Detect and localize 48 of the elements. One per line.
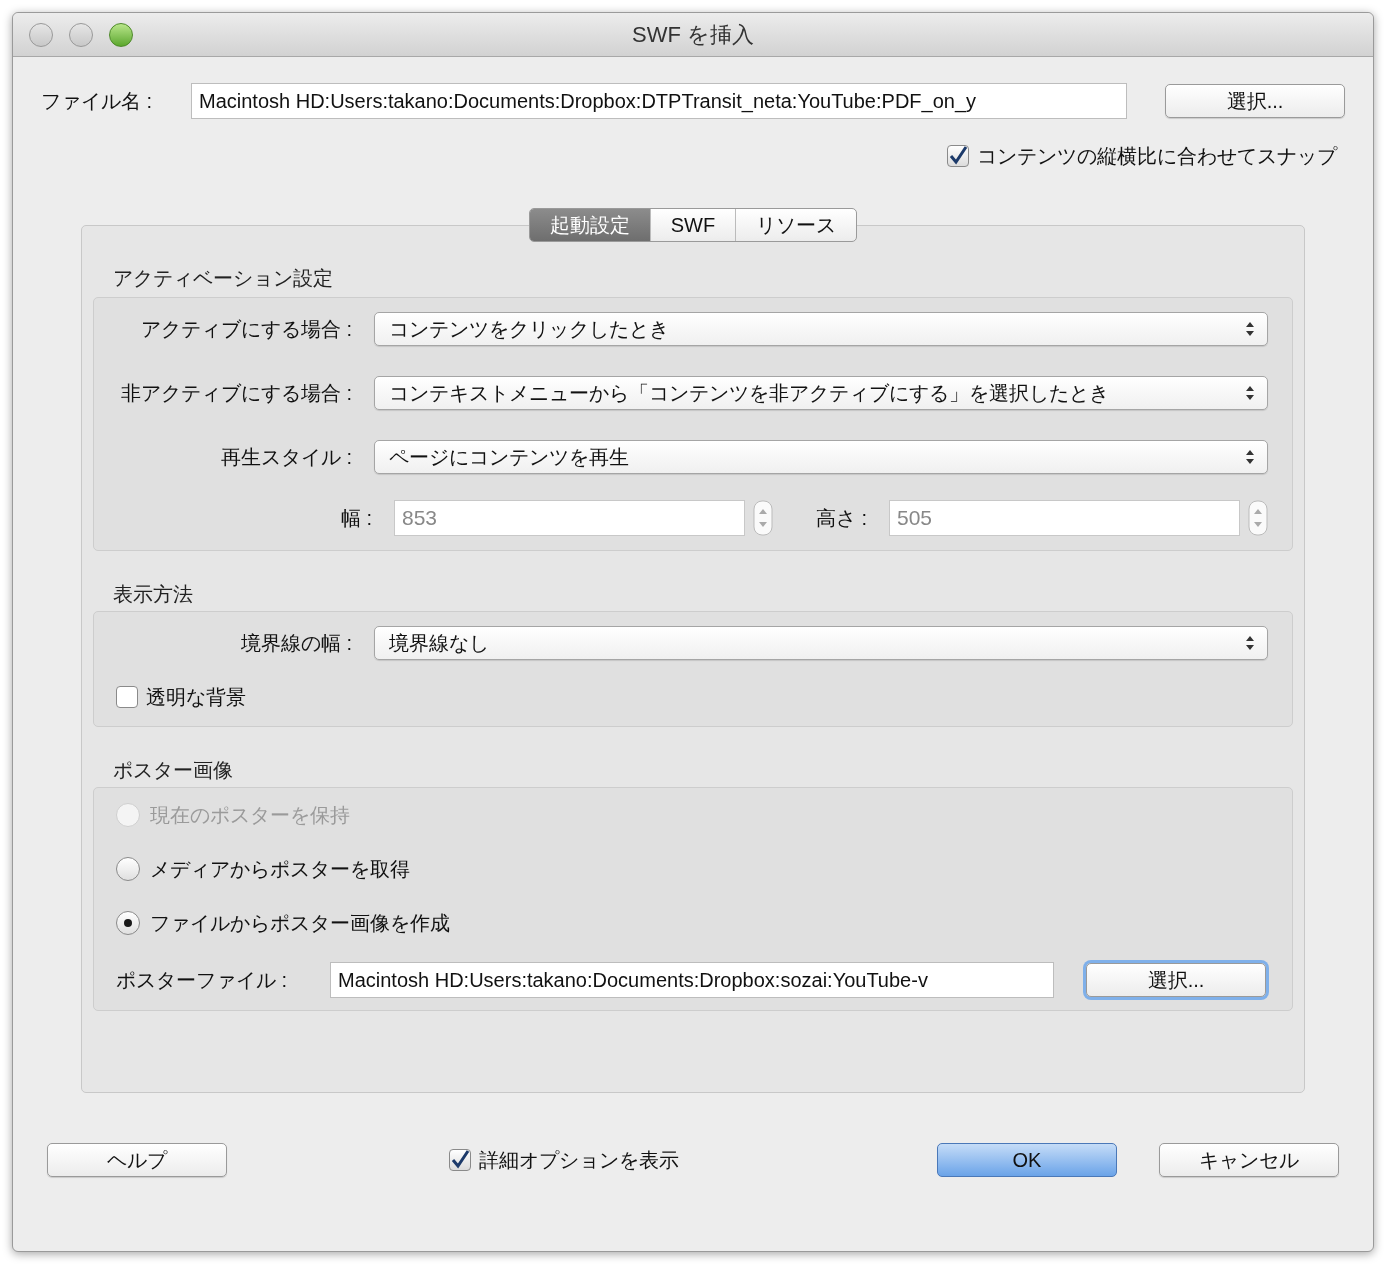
radio-label: ファイルからポスター画像を作成 (150, 911, 450, 936)
window-title: SWF を挿入 (632, 21, 754, 49)
field-label: ファイル名 : (41, 89, 154, 114)
zoom-button[interactable] (109, 22, 133, 47)
ok-button[interactable]: OK (937, 1143, 1117, 1177)
field-label: 境界線の幅 : (239, 631, 353, 656)
tab[interactable]: SWF (649, 209, 736, 241)
updown-arrows-icon (1245, 449, 1255, 465)
stepper-icon[interactable] (753, 500, 773, 536)
help-button[interactable]: ヘルプ (47, 1143, 227, 1177)
radio-button[interactable] (116, 911, 140, 935)
tab[interactable]: 起動設定 (529, 209, 650, 241)
field-label: ポスターファイル : (116, 968, 289, 993)
checkbox-label: 詳細オプションを表示 (479, 1148, 679, 1173)
checkbox-label: 透明な背景 (146, 685, 246, 710)
close-button[interactable] (29, 22, 53, 47)
checkbox[interactable] (116, 686, 138, 708)
stepper-icon[interactable] (1248, 500, 1268, 536)
checkbox-label: コンテンツの縦横比に合わせてスナップ (977, 144, 1337, 169)
radio-label: メディアからポスターを取得 (150, 857, 410, 882)
updown-arrows-icon (1245, 321, 1255, 337)
checkbox[interactable] (947, 145, 969, 167)
field-label: 高さ : (814, 506, 868, 531)
popup-menu[interactable]: コンテキストメニューから「コンテンツを非アクティブにする」を選択したとき (374, 376, 1268, 410)
updown-arrows-icon (1245, 385, 1255, 401)
checkmark-icon (450, 1150, 470, 1170)
popup-menu[interactable]: コンテンツをクリックしたとき (374, 312, 1268, 346)
radio-label: 現在のポスターを保持 (150, 803, 350, 828)
minimize-button[interactable] (69, 22, 93, 47)
field-label: 幅 : (339, 506, 373, 531)
field-label: 非アクティブにする場合 : (119, 381, 353, 406)
file-path-field[interactable]: Macintosh HD:Users:takano:Documents:Dropbox:DTPTransit_neta:YouTube:PDF_on_y (191, 83, 1127, 119)
cancel-button[interactable]: キャンセル (1159, 1143, 1339, 1177)
section-heading: 表示方法 (112, 582, 194, 607)
field-label: 再生スタイル : (219, 445, 353, 470)
field-label: アクティブにする場合 : (139, 317, 353, 342)
section-heading: ポスター画像 (112, 758, 234, 783)
choose-button[interactable]: 選択... (1165, 84, 1345, 118)
checkmark-icon (948, 146, 968, 166)
popup-menu[interactable]: ページにコンテンツを再生 (374, 440, 1268, 474)
choose-button[interactable]: 選択... (1086, 963, 1266, 997)
popup-menu[interactable]: 境界線なし (374, 626, 1268, 660)
poster-file-field[interactable]: Macintosh HD:Users:takano:Documents:Dropbox:sozai:YouTube-v (330, 962, 1054, 998)
radio-button[interactable] (116, 857, 140, 881)
section-heading: アクティベーション設定 (112, 266, 334, 291)
checkbox[interactable] (449, 1149, 471, 1171)
updown-arrows-icon (1245, 635, 1255, 651)
tab[interactable]: リソース (735, 209, 857, 241)
